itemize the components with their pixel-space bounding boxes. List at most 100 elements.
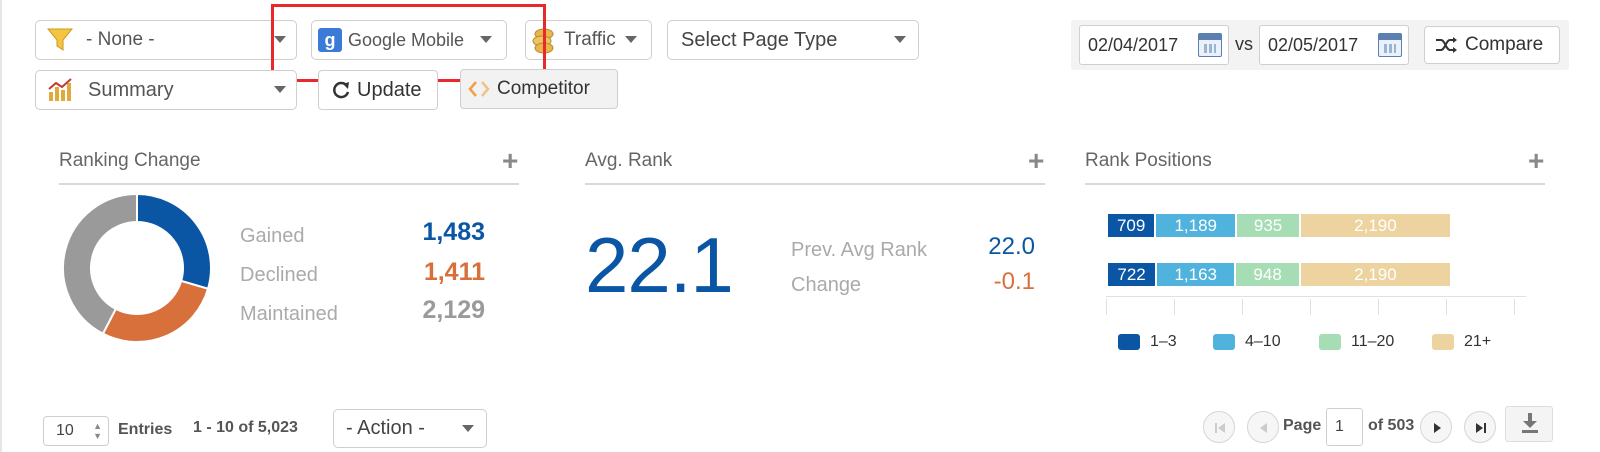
chart-baseline — [1106, 296, 1526, 297]
action-dropdown[interactable]: - Action - — [333, 409, 487, 448]
next-page-icon — [1434, 423, 1441, 433]
legend-item: 1–3 — [1118, 333, 1177, 351]
last-page-icon — [1476, 423, 1486, 433]
chart-tick — [1378, 299, 1379, 315]
view-value: Summary — [88, 78, 174, 101]
rank-bar-segment: 709 — [1108, 214, 1157, 237]
view-dropdown[interactable]: Summary — [35, 70, 297, 110]
rank-bar-previous: 722 1,163 948 2,190 — [1108, 263, 1450, 286]
competitor-arrows-icon — [468, 81, 490, 97]
last-page-button[interactable] — [1464, 411, 1496, 443]
shuffle-icon — [1436, 37, 1457, 53]
calendar-icon[interactable] — [1198, 33, 1222, 57]
start-date-value: 02/04/2017 — [1088, 34, 1179, 55]
left-border — [0, 0, 2, 452]
first-page-button[interactable] — [1203, 411, 1235, 443]
chart-tick — [1514, 299, 1515, 315]
avg-rank-title: Avg. Rank — [585, 150, 673, 171]
chart-tick — [1106, 299, 1107, 315]
entries-value: 10 — [56, 422, 74, 439]
rank-bar-segment: 1,189 — [1156, 214, 1238, 237]
download-icon — [1522, 413, 1538, 433]
competitor-label: Competitor — [497, 78, 590, 99]
rank-bar-segment: 935 — [1237, 214, 1301, 237]
page-number-input[interactable]: 1 — [1326, 408, 1363, 446]
traffic-value: Traffic — [564, 29, 616, 50]
entries-select[interactable]: 10 ▲ ▼ — [43, 416, 109, 446]
entries-label: Entries — [118, 421, 173, 438]
previous-page-icon — [1260, 423, 1267, 433]
total-pages: of 503 — [1368, 417, 1415, 434]
rank-bar-segment: 2,190 — [1300, 263, 1450, 286]
vs-label: vs — [1235, 34, 1253, 54]
donut-slice-declined — [101, 279, 210, 343]
legend-label: 1–3 — [1150, 333, 1177, 350]
maintained-value: 2,129 — [422, 296, 485, 324]
chart-tick — [1174, 299, 1175, 315]
chevron-down-icon — [274, 86, 286, 93]
rank-bar-current: 709 1,189 935 2,190 — [1108, 214, 1450, 237]
previous-page-button[interactable] — [1247, 411, 1279, 443]
expand-plus-icon[interactable]: + — [1528, 147, 1544, 175]
compare-label: Compare — [1465, 34, 1544, 55]
gained-label: Gained — [240, 225, 305, 247]
donut-group — [62, 193, 212, 343]
legend-item: 11–20 — [1319, 333, 1394, 351]
page-type-value: Select Page Type — [681, 28, 838, 51]
panel-divider — [1085, 183, 1545, 185]
next-page-button[interactable] — [1420, 411, 1452, 443]
calendar-icon[interactable] — [1378, 33, 1402, 57]
donut-slice-gained — [136, 193, 212, 290]
chevron-down-icon — [462, 425, 474, 432]
panel-divider — [585, 183, 1045, 185]
filter-value: - None - — [86, 29, 155, 50]
start-date-input[interactable]: 02/04/2017 — [1079, 25, 1229, 65]
rank-positions-title: Rank Positions — [1085, 150, 1212, 171]
competitor-button[interactable]: Competitor — [460, 69, 618, 109]
rank-bar-segment: 1,163 — [1157, 263, 1237, 286]
legend-label: 4–10 — [1245, 333, 1281, 350]
declined-value: 1,411 — [423, 258, 485, 286]
chart-tick — [1310, 299, 1311, 315]
funnel-icon — [46, 28, 74, 51]
action-value: - Action - — [346, 417, 425, 439]
ranking-change-donut — [62, 193, 212, 343]
legend-swatch — [1118, 334, 1140, 350]
end-date-value: 02/05/2017 — [1268, 34, 1359, 55]
prev-avg-rank-label: Prev. Avg Rank — [791, 239, 927, 261]
chart-tick — [1242, 299, 1243, 315]
rank-bar-segment: 948 — [1236, 263, 1301, 286]
maintained-label: Maintained — [240, 303, 338, 325]
panel-divider — [59, 183, 519, 185]
chevron-down-icon — [894, 36, 906, 43]
page-number-value: 1 — [1335, 418, 1344, 435]
legend-swatch — [1213, 334, 1235, 350]
legend-label: 11–20 — [1351, 333, 1395, 350]
rank-bar-segment: 722 — [1108, 263, 1158, 286]
gained-value: 1,483 — [422, 218, 485, 246]
prev-avg-rank-value: 22.0 — [988, 233, 1035, 260]
entries-range: 1 - 10 of 5,023 — [193, 419, 298, 436]
stepper-arrows-icon: ▲ ▼ — [93, 421, 102, 441]
refresh-icon — [333, 81, 350, 99]
chevron-down-icon — [625, 36, 637, 43]
filter-dropdown[interactable]: - None - — [35, 20, 297, 60]
update-button[interactable]: Update — [318, 70, 438, 110]
legend-swatch — [1432, 334, 1454, 350]
update-label: Update — [357, 78, 422, 101]
first-page-icon — [1215, 423, 1225, 433]
page-type-dropdown[interactable]: Select Page Type — [667, 20, 919, 60]
end-date-input[interactable]: 02/05/2017 — [1259, 25, 1409, 65]
page-label: Page — [1283, 417, 1322, 434]
expand-plus-icon[interactable]: + — [502, 147, 518, 175]
legend-item: 4–10 — [1213, 333, 1281, 351]
change-label: Change — [791, 274, 862, 296]
expand-plus-icon[interactable]: + — [1028, 147, 1044, 175]
legend-label: 21+ — [1464, 333, 1492, 350]
change-value: -0.1 — [993, 268, 1035, 295]
avg-rank-value: 22.1 — [585, 221, 734, 309]
declined-label: Declined — [240, 264, 318, 286]
download-button[interactable] — [1505, 406, 1553, 442]
compare-button[interactable]: Compare — [1424, 26, 1560, 64]
chart-tick — [1446, 299, 1447, 315]
